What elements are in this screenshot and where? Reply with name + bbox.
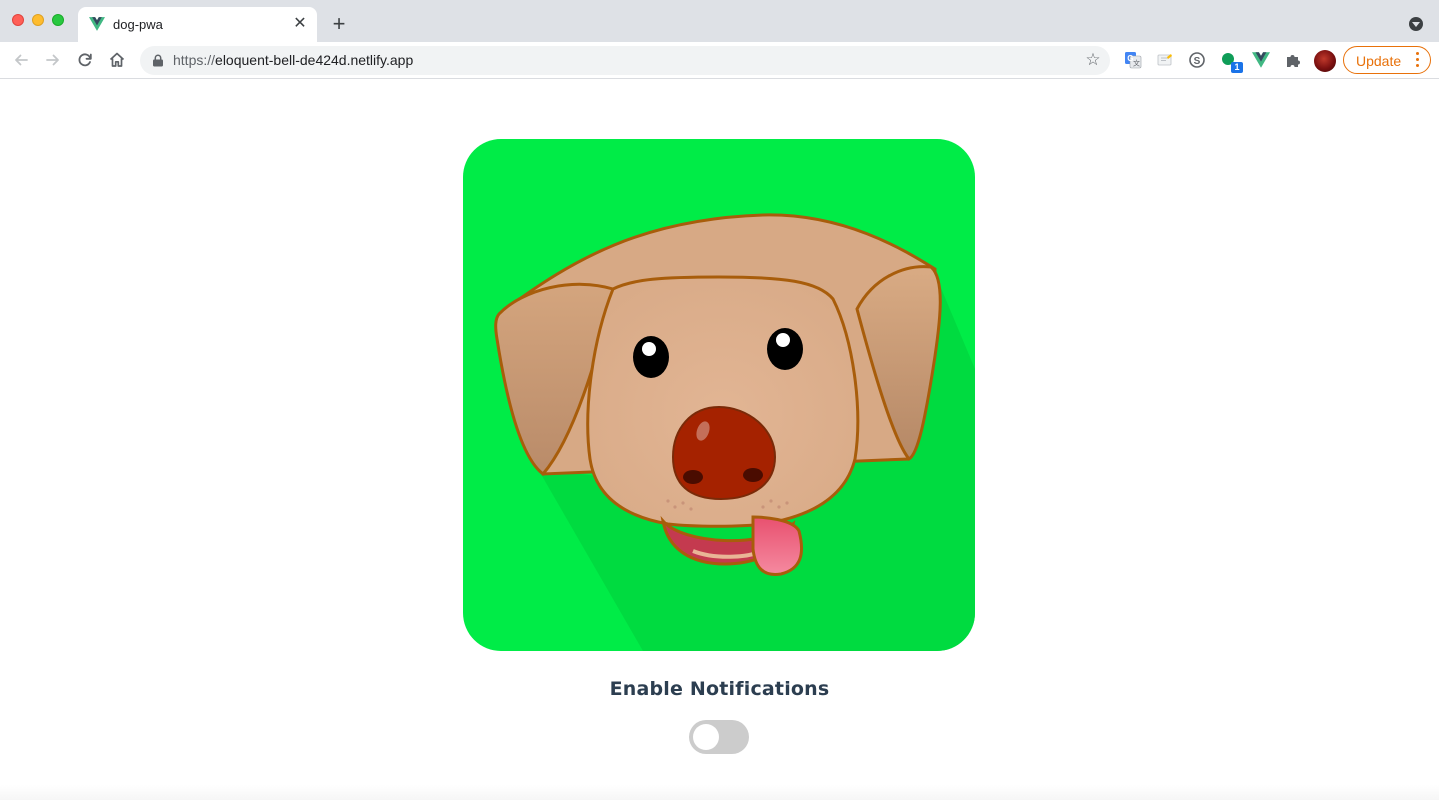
forward-arrow-icon[interactable] [43, 50, 63, 70]
vue-devtools-icon[interactable] [1252, 51, 1270, 69]
update-label: Update [1356, 53, 1402, 69]
extension-badge: 1 [1231, 62, 1243, 73]
maximize-window-button[interactable] [52, 14, 64, 26]
profile-avatar[interactable] [1314, 50, 1336, 72]
vue-logo-icon [89, 17, 105, 31]
new-tab-button[interactable]: + [329, 13, 349, 35]
reload-icon[interactable] [75, 50, 95, 70]
browser-toolbar: https://eloquent-bell-de424d.netlify.app… [0, 42, 1439, 79]
address-bar[interactable]: https://eloquent-bell-de424d.netlify.app… [140, 46, 1110, 75]
back-arrow-icon[interactable] [11, 50, 31, 70]
page-bottom-fade [0, 785, 1439, 800]
close-window-button[interactable] [12, 14, 24, 26]
skype-icon[interactable]: S [1188, 51, 1206, 69]
tab-strip: dog-pwa ✕ + [0, 0, 1439, 42]
svg-text:S: S [1194, 56, 1201, 67]
tab-title: dog-pwa [113, 17, 163, 32]
toggle-knob [693, 724, 719, 750]
dog-face-icon [463, 139, 975, 651]
minimize-window-button[interactable] [32, 14, 44, 26]
tab-search-icon[interactable] [1409, 17, 1423, 31]
extensions-puzzle-icon[interactable] [1284, 51, 1302, 69]
tab-close-icon[interactable]: ✕ [291, 15, 309, 33]
notifications-toggle[interactable] [689, 720, 749, 754]
browser-tab[interactable]: dog-pwa ✕ [78, 7, 317, 42]
google-translate-icon[interactable]: G文 [1124, 51, 1142, 69]
url-text[interactable]: https://eloquent-bell-de424d.netlify.app [173, 52, 413, 68]
svg-text:文: 文 [1133, 59, 1140, 68]
highlighter-extension-icon[interactable] [1156, 51, 1174, 69]
enable-notifications-label: Enable Notifications [609, 678, 830, 700]
bookmark-star-icon[interactable]: ☆ [1084, 51, 1102, 69]
page-content: Enable Notifications [0, 80, 1439, 800]
update-button[interactable]: Update [1343, 46, 1431, 74]
lock-icon [153, 54, 163, 67]
home-icon[interactable] [107, 50, 127, 70]
menu-dots-icon[interactable] [1416, 52, 1420, 68]
